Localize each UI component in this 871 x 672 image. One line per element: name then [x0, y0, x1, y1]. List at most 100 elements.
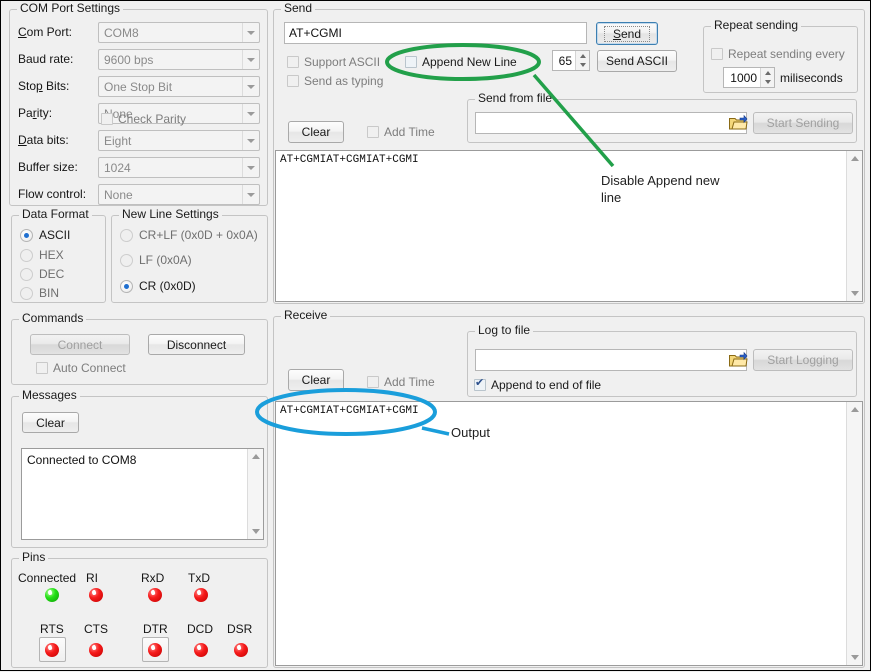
scroll-down-icon[interactable] [847, 286, 863, 301]
radio-dot [120, 254, 133, 267]
support-ascii-checkbox[interactable]: Support ASCII [287, 55, 380, 69]
radio-data-format-hex[interactable]: HEX [20, 248, 64, 262]
checkbox-box [287, 56, 299, 68]
stepper-buttons[interactable] [760, 68, 774, 87]
radio-data-format-bin[interactable]: BIN [20, 286, 59, 300]
radio-newline-crlf[interactable]: CR+LF (0x0D + 0x0A) [120, 228, 258, 242]
checkbox-box [405, 56, 417, 68]
folder-open-icon[interactable] [728, 114, 748, 132]
connect-button[interactable]: Connect [30, 334, 130, 355]
pin-led-dcd [194, 643, 208, 657]
pins-caption: Pins [19, 551, 48, 563]
checkbox-box [101, 113, 113, 125]
scroll-up-icon[interactable] [248, 449, 264, 464]
stepper-down-icon[interactable] [576, 61, 589, 71]
radio-label: CR+LF (0x0D + 0x0A) [139, 228, 258, 242]
repeat-sending-checkbox[interactable]: Repeat sending every [711, 47, 845, 61]
pin-led-rxd [148, 588, 162, 602]
label-com-port: Com Port: [18, 25, 72, 39]
send-command-input[interactable]: AT+CGMI [284, 22, 587, 44]
serial-terminal-window: COM Port Settings Com Port: COM8 Baud ra… [0, 0, 871, 671]
disconnect-button[interactable]: Disconnect [148, 334, 245, 355]
repeat-sending-caption: Repeat sending [711, 19, 801, 31]
radio-newline-lf[interactable]: LF (0x0A) [120, 253, 192, 267]
log-to-file-caption: Log to file [475, 324, 533, 336]
receive-log[interactable]: AT+CGMIAT+CGMIAT+CGMI [275, 401, 863, 666]
messages-log-scrollbar[interactable] [247, 449, 263, 539]
send-log-scrollbar[interactable] [846, 151, 862, 301]
append-to-end-of-file-checkbox[interactable]: Append to end of file [474, 378, 601, 392]
com-port-select[interactable]: COM8 [98, 22, 260, 43]
start-logging-button[interactable]: Start Logging [753, 349, 853, 371]
folder-open-icon[interactable] [728, 351, 748, 369]
pin-label-dtr: DTR [143, 622, 168, 636]
scroll-down-icon[interactable] [248, 524, 264, 539]
data-bits-value: Eight [99, 134, 242, 148]
send-from-file-caption: Send from file [475, 92, 555, 104]
receive-add-time-checkbox[interactable]: Add Time [367, 375, 435, 389]
send-as-typing-label: Send as typing [304, 74, 383, 88]
scroll-down-icon[interactable] [847, 650, 863, 665]
send-add-time-checkbox[interactable]: Add Time [367, 125, 435, 139]
support-ascii-label: Support ASCII [304, 55, 380, 69]
receive-clear-button[interactable]: Clear [288, 369, 344, 391]
append-new-line-checkbox[interactable]: Append New Line [405, 55, 517, 69]
log-file-path-input[interactable] [475, 349, 747, 371]
pin-led-rts [45, 643, 59, 657]
buffer-size-value: 1024 [99, 161, 242, 175]
flow-control-select[interactable]: None [98, 184, 260, 205]
send-file-path-input[interactable] [475, 112, 747, 134]
baud-rate-select[interactable]: 9600 bps [98, 49, 260, 70]
receive-log-scrollbar[interactable] [846, 402, 862, 665]
radio-dot [120, 280, 133, 293]
disable-append-new-line-note: Disable Append new line [601, 172, 751, 206]
send-log[interactable]: AT+CGMIAT+CGMIAT+CGMI [275, 150, 863, 302]
baud-rate-value: 9600 bps [99, 53, 242, 67]
ascii-code-stepper[interactable]: 65 [552, 50, 590, 71]
send-button[interactable]: Send [596, 22, 658, 45]
checkbox-box [367, 126, 379, 138]
pin-led-dsr [234, 643, 248, 657]
scroll-up-icon[interactable] [847, 151, 863, 166]
checkbox-box [711, 48, 723, 60]
messages-log[interactable]: Connected to COM8 [21, 448, 264, 540]
stepper-up-icon[interactable] [576, 51, 589, 61]
receive-log-text: AT+CGMIAT+CGMIAT+CGMI [276, 402, 862, 417]
stepper-down-icon[interactable] [761, 78, 774, 88]
chevron-down-icon [242, 185, 259, 204]
label-flow-control: Flow control: [18, 187, 86, 201]
chevron-down-icon [242, 131, 259, 150]
radio-data-format-ascii[interactable]: ASCII [20, 228, 70, 242]
radio-data-format-dec[interactable]: DEC [20, 267, 64, 281]
pin-led-txd [194, 588, 208, 602]
send-clear-button[interactable]: Clear [288, 121, 344, 143]
checkbox-box [287, 75, 299, 87]
pin-led-ri [89, 588, 103, 602]
data-format-caption: Data Format [19, 208, 92, 220]
messages-clear-button[interactable]: Clear [22, 412, 79, 433]
stop-bits-select[interactable]: One Stop Bit [98, 76, 260, 97]
pin-label-cts: CTS [84, 622, 108, 636]
label-parity: Parity: [18, 106, 52, 120]
label-buffer-size: Buffer size: [18, 160, 78, 174]
com-port-settings-caption: COM Port Settings [17, 2, 123, 14]
stepper-buttons[interactable] [575, 51, 589, 70]
radio-newline-cr[interactable]: CR (0x0D) [120, 279, 196, 293]
radio-label: BIN [39, 286, 59, 300]
chevron-down-icon [242, 104, 259, 123]
stepper-up-icon[interactable] [761, 68, 774, 78]
scroll-up-icon[interactable] [847, 402, 863, 417]
check-parity-checkbox[interactable]: Check Parity [101, 112, 186, 126]
repeat-unit-label: miliseconds [780, 71, 843, 85]
com-port-value: COM8 [99, 26, 242, 40]
label-stop-bits: Stop Bits: [18, 79, 69, 93]
buffer-size-select[interactable]: 1024 [98, 157, 260, 178]
send-as-typing-checkbox[interactable]: Send as typing [287, 74, 383, 88]
data-bits-select[interactable]: Eight [98, 130, 260, 151]
start-sending-button[interactable]: Start Sending [753, 112, 853, 134]
auto-connect-checkbox[interactable]: Auto Connect [36, 361, 126, 375]
repeat-interval-stepper[interactable]: 1000 [723, 67, 775, 88]
send-add-time-label: Add Time [384, 125, 435, 139]
radio-label: LF (0x0A) [139, 253, 192, 267]
send-ascii-button[interactable]: Send ASCII [597, 50, 677, 72]
